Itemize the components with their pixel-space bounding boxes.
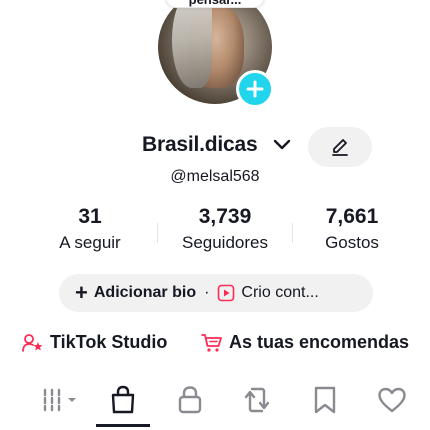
- avatar-hair: [172, 0, 212, 88]
- add-bio-label: Adicionar bio: [93, 284, 197, 301]
- username-row: Brasil.dicas: [0, 127, 430, 167]
- tab-shop[interactable]: [103, 380, 143, 420]
- repost-icon: [244, 387, 270, 413]
- creator-label: Crio cont...: [241, 284, 319, 301]
- profile-tabs: [0, 380, 430, 430]
- add-story-button[interactable]: [236, 70, 274, 108]
- tab-videos-filter[interactable]: [38, 380, 82, 420]
- grid-filter-icon: [43, 388, 76, 412]
- lock-icon: [178, 386, 202, 414]
- stat-following[interactable]: 31 A seguir: [30, 205, 150, 253]
- bio-separator: ·: [204, 284, 210, 301]
- stat-likes-label: Gostos: [325, 233, 379, 252]
- thought-bubble[interactable]: pensar...: [165, 0, 265, 8]
- stat-divider: [157, 223, 158, 243]
- orders-link[interactable]: As tuas encomendas: [201, 332, 409, 353]
- tiktok-studio-link[interactable]: TikTok Studio: [22, 332, 167, 353]
- heart-icon: [378, 387, 406, 413]
- play-square-icon: [217, 284, 235, 302]
- plus-icon: [246, 80, 264, 98]
- stat-likes-value: 7,661: [325, 205, 379, 228]
- stat-likes[interactable]: 7,661 Gostos: [292, 205, 412, 253]
- orders-label: As tuas encomendas: [229, 332, 410, 352]
- stat-followers[interactable]: 3,739 Seguidores: [166, 205, 284, 253]
- username[interactable]: Brasil.dicas: [142, 133, 258, 157]
- bookmark-icon: [314, 386, 336, 414]
- tiktok-studio-label: TikTok Studio: [50, 332, 168, 352]
- stat-followers-label: Seguidores: [181, 233, 268, 252]
- plus-icon: +: [75, 280, 88, 305]
- shopping-bag-icon: [111, 385, 135, 414]
- bio-pill: + Adicionar bio · Crio cont...: [59, 274, 373, 312]
- pencil-icon: [332, 139, 348, 156]
- edit-profile-button[interactable]: [308, 127, 372, 167]
- stat-following-label: A seguir: [59, 233, 121, 252]
- quick-links: TikTok Studio As tuas encomendas: [0, 332, 430, 356]
- tab-private[interactable]: [170, 380, 210, 420]
- active-tab-indicator: [96, 424, 150, 427]
- stat-following-value: 31: [78, 205, 102, 228]
- creator-button[interactable]: Crio cont...: [217, 284, 319, 302]
- tab-liked[interactable]: [372, 380, 412, 420]
- tab-favorites[interactable]: [305, 380, 345, 420]
- tab-reposts[interactable]: [237, 380, 277, 420]
- add-bio-button[interactable]: + Adicionar bio: [75, 282, 196, 304]
- user-handle: @melsal568: [170, 168, 260, 185]
- stat-followers-value: 3,739: [198, 205, 252, 228]
- cart-icon: [201, 333, 222, 352]
- chevron-down-icon[interactable]: [273, 139, 291, 151]
- person-star-icon: [22, 333, 43, 352]
- profile-stats: 31 A seguir 3,739 Seguidores 7,661 Gosto…: [30, 205, 410, 255]
